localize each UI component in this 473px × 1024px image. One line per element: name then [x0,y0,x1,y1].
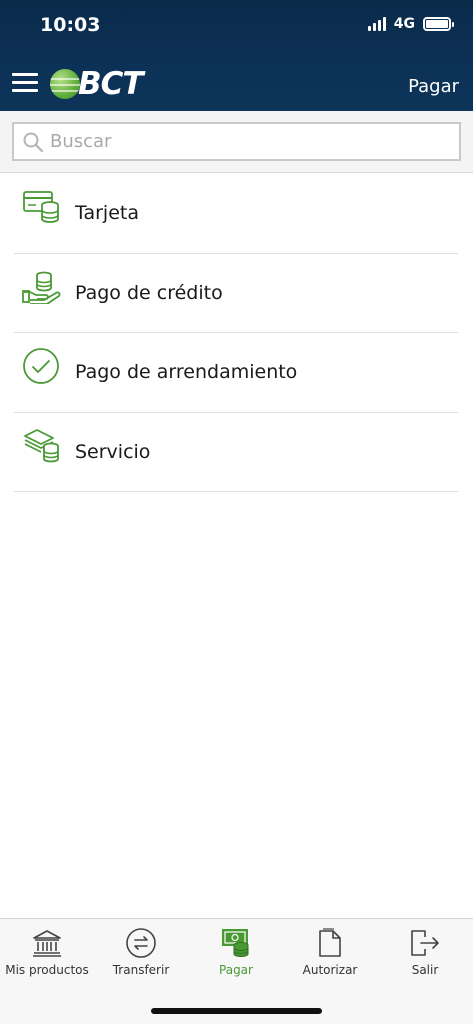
tab-label: Transferir [112,963,170,977]
bct-logo: BCT [50,66,144,102]
payment-options-list: Tarjeta Pago de crédito Pago de arrendam… [14,174,458,492]
tab-label: Autorizar [302,963,358,977]
page-title: Pagar [408,76,459,97]
search-icon [23,132,44,152]
list-item-pago-arrendamiento[interactable]: Pago de arrendamiento [14,333,458,413]
document-icon [283,927,377,959]
transfer-icon [94,927,188,959]
list-item-pago-credito[interactable]: Pago de crédito [14,254,458,333]
search-box[interactable] [12,122,461,161]
list-item-label: Pago de arrendamiento [75,361,298,384]
pay-icon [189,927,283,959]
card-coins-icon [22,187,70,227]
tab-pagar[interactable]: Pagar [189,927,283,977]
hand-coins-icon [22,267,70,307]
logo-wordmark: BCT [78,66,144,102]
tab-mis-productos[interactable]: Mis productos [0,927,94,977]
status-indicators: 4G [367,16,454,32]
bank-icon [0,927,94,959]
app-header: 10:03 4G BCT Pagar [0,0,473,111]
network-type: 4G [393,16,415,32]
status-time: 10:03 [40,14,101,36]
signal-icon [367,17,386,31]
tab-label: Salir [411,963,439,977]
check-circle-icon [22,346,70,386]
tab-label: Mis productos [5,963,89,977]
globe-icon [50,69,80,99]
tab-label: Pagar [219,963,253,977]
tab-transferir[interactable]: Transferir [94,927,188,977]
bills-coins-icon [22,426,70,466]
tab-autorizar[interactable]: Autorizar [283,927,377,977]
list-item-label: Pago de crédito [75,281,223,304]
logout-icon [378,927,472,959]
hamburger-icon [12,73,38,76]
menu-button[interactable] [12,73,38,93]
search-bar [0,111,473,173]
battery-icon [423,17,454,31]
list-item-label: Servicio [75,440,151,463]
home-indicator[interactable] [151,1008,322,1014]
list-item-label: Tarjeta [75,202,139,225]
search-input[interactable] [50,131,430,152]
list-item-tarjeta[interactable]: Tarjeta [14,174,458,254]
tab-salir[interactable]: Salir [378,927,472,977]
list-item-servicio[interactable]: Servicio [14,413,458,492]
